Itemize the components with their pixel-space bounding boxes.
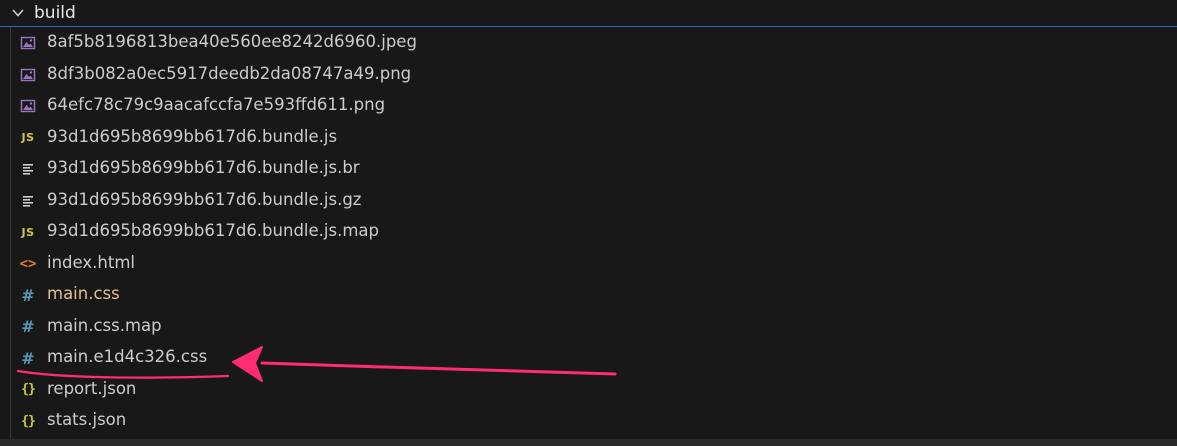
file-item[interactable]: 93d1d695b8699bb617d6.bundle.js.gz (0, 185, 1177, 216)
file-name: main.e1d4c326.css (47, 347, 208, 366)
file-item[interactable]: 64efc78c79c9aacafccfa7e593ffd611.png (0, 90, 1177, 121)
json-icon: {} (21, 382, 36, 397)
text-file-icon (19, 192, 37, 210)
image-icon (19, 97, 37, 115)
css-icon: # (21, 348, 35, 368)
css-icon: # (21, 317, 35, 336)
file-name: main.css (47, 284, 120, 303)
file-item[interactable]: JS 93d1d695b8699bb617d6.bundle.js (0, 122, 1177, 153)
file-item[interactable]: # main.css.map (0, 311, 1177, 342)
json-icon: {} (21, 413, 36, 429)
file-item[interactable]: 8df3b082a0ec5917deedb2da08747a49.png (0, 59, 1177, 90)
file-name: index.html (47, 252, 135, 272)
folder-name: build (34, 3, 76, 23)
folder-build-header[interactable]: build (0, 0, 1177, 27)
file-name: stats.json (47, 410, 127, 429)
chevron-down-icon[interactable] (11, 6, 25, 20)
html-icon: <> (19, 255, 37, 272)
file-name: 93d1d695b8699bb617d6.bundle.js (47, 126, 338, 146)
text-file-icon (19, 160, 37, 178)
file-tree: 8af5b8196813bea40e560ee8242d6960.jpeg 8d… (0, 27, 1177, 439)
horizontal-scrollbar[interactable] (0, 439, 1177, 446)
file-name: 93d1d695b8699bb617d6.bundle.js.map (47, 221, 379, 240)
file-name: 8af5b8196813bea40e560ee8242d6960.jpeg (47, 32, 417, 51)
file-name: 93d1d695b8699bb617d6.bundle.js.gz (47, 189, 362, 209)
image-icon (19, 66, 37, 84)
css-icon: # (21, 285, 35, 305)
file-item[interactable]: {} report.json (0, 374, 1177, 405)
image-icon (19, 34, 37, 52)
file-name: 8df3b082a0ec5917deedb2da08747a49.png (47, 63, 412, 83)
file-item-modified[interactable]: # main.css (0, 279, 1177, 310)
file-item[interactable]: {} stats.json (0, 405, 1177, 436)
js-icon: JS (21, 131, 35, 144)
file-item-annotated[interactable]: # main.e1d4c326.css (0, 342, 1177, 373)
js-icon: JS (21, 225, 35, 239)
file-name: report.json (47, 378, 137, 398)
file-item[interactable]: 8af5b8196813bea40e560ee8242d6960.jpeg (0, 27, 1177, 58)
file-item[interactable]: <> index.html (0, 248, 1177, 279)
file-name: 64efc78c79c9aacafccfa7e593ffd611.png (47, 95, 386, 114)
file-name: 93d1d695b8699bb617d6.bundle.js.br (47, 158, 360, 177)
file-item[interactable]: JS 93d1d695b8699bb617d6.bundle.js.map (0, 216, 1177, 247)
file-name: main.css.map (47, 315, 162, 335)
file-item[interactable]: 93d1d695b8699bb617d6.bundle.js.br (0, 153, 1177, 184)
